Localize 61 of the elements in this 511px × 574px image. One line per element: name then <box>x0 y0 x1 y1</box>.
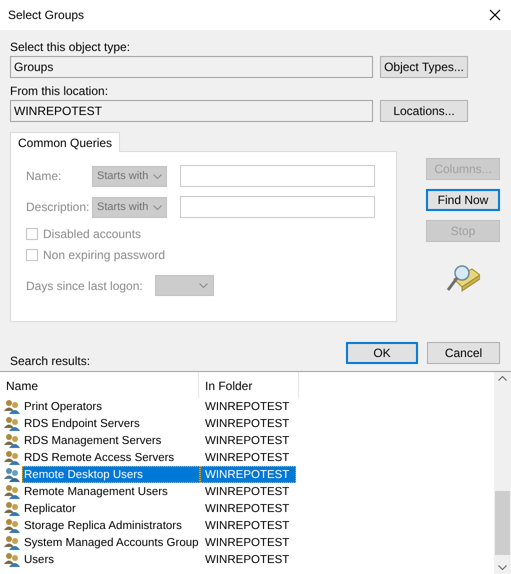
caret-icon <box>153 174 162 178</box>
magnifier-icon <box>446 263 480 293</box>
table-cell: WINREPOTEST <box>200 466 296 483</box>
list-item[interactable]: RDS Endpoint Servers <box>22 415 200 432</box>
field-label: Days since last logon: <box>26 278 143 292</box>
group-icon <box>4 518 20 533</box>
input-field[interactable] <box>180 165 375 187</box>
list-item[interactable]: Replicator <box>22 500 200 517</box>
table-cell-text: WINREPOTEST <box>204 518 290 534</box>
checkbox-label: Disabled accounts <box>43 227 142 241</box>
scroll-thumb[interactable] <box>495 491 510 555</box>
list-item[interactable]: Users <box>22 551 200 568</box>
list-item[interactable]: Remote Desktop Users <box>22 466 200 483</box>
side-button[interactable]: Find Now <box>426 189 500 211</box>
list-item[interactable]: RDS Management Servers <box>22 432 200 449</box>
group-icon <box>4 535 20 550</box>
table-cell-text: WINREPOTEST <box>204 484 290 500</box>
field-label: From this location: <box>10 84 110 98</box>
group-icon <box>4 399 20 414</box>
table-cell-text: WINREPOTEST <box>204 536 290 550</box>
tab[interactable]: Common Queries <box>10 132 120 152</box>
dialog-button[interactable]: Cancel <box>427 342 500 364</box>
list-item[interactable]: System Managed Accounts Group <box>22 534 200 551</box>
group-icon <box>4 467 20 482</box>
scroll-down-icon[interactable] <box>498 565 507 570</box>
close-icon[interactable] <box>489 9 501 21</box>
caret-icon <box>153 204 162 210</box>
window-title: Select Groups <box>8 8 84 22</box>
list-item[interactable]: RDS Remote Access Servers <box>22 449 200 466</box>
column-header[interactable]: Name <box>0 372 199 398</box>
scroll-up-icon[interactable] <box>498 376 507 381</box>
column-header[interactable]: In Folder <box>199 372 299 398</box>
list-item[interactable]: Remote Management Users <box>22 483 200 500</box>
table-cell-text: WINREPOTEST <box>204 400 290 414</box>
group-icon <box>4 484 20 499</box>
list-item[interactable]: Print Operators <box>22 398 200 415</box>
dialog-button[interactable]: Locations... <box>380 100 468 122</box>
caret-icon <box>198 283 208 288</box>
group-icon <box>4 433 20 448</box>
group-icon <box>4 450 20 465</box>
table-cell-text: WINREPOTEST <box>204 434 290 448</box>
input-field[interactable]: WINREPOTEST <box>10 100 373 122</box>
table-cell-text: WINREPOTEST <box>204 502 290 516</box>
field-label: Select this object type: <box>10 40 132 54</box>
list-item[interactable]: Storage Replica Administrators <box>22 517 200 534</box>
section-label: Search results: <box>10 354 90 368</box>
group-icon <box>4 552 20 567</box>
checkbox-label: Non expiring password <box>43 248 166 262</box>
table-cell-text: WINREPOTEST <box>204 416 290 432</box>
days-dropdown[interactable] <box>154 275 214 296</box>
table-cell-text: WINREPOTEST <box>204 450 290 466</box>
group-icon <box>4 416 20 431</box>
group-icon <box>4 501 20 516</box>
dialog-button[interactable]: OK <box>346 342 418 364</box>
input-field[interactable]: Groups <box>10 56 373 78</box>
input-field[interactable] <box>180 196 375 218</box>
field-label: Description: <box>26 200 90 214</box>
scrollbar[interactable] <box>494 372 511 574</box>
table-cell-text: WINREPOTEST <box>204 552 290 568</box>
dialog-button[interactable]: Object Types... <box>380 56 468 78</box>
field-label: Name: <box>26 169 62 183</box>
